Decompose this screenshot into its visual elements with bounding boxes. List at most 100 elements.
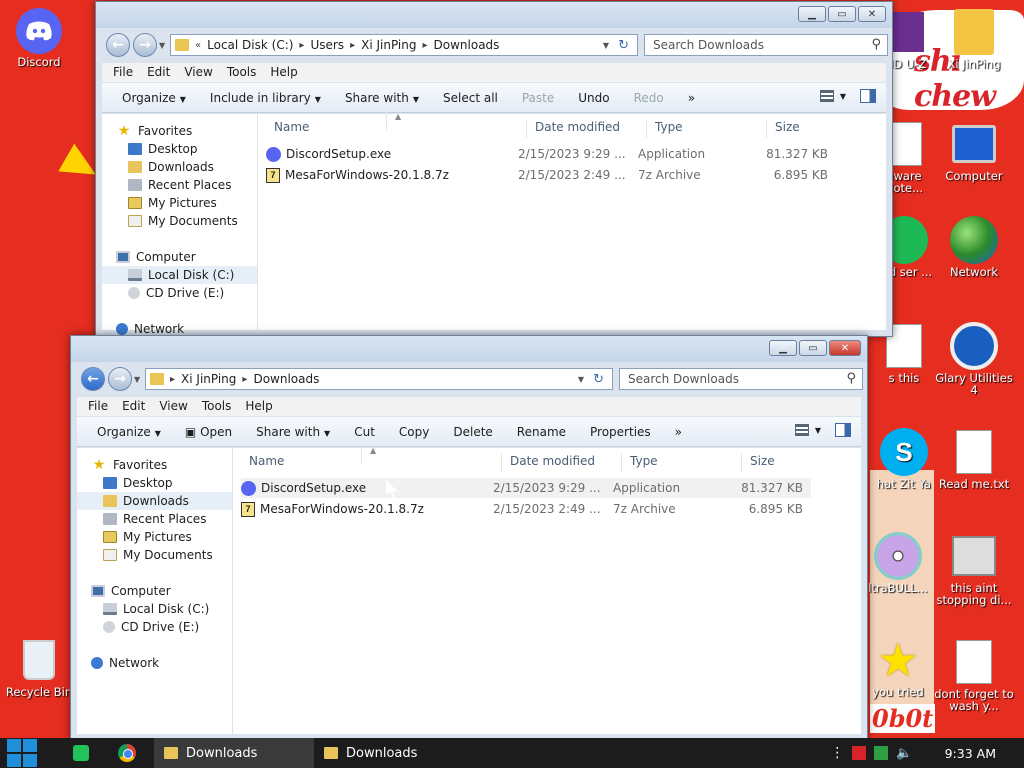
command-share-with[interactable]: Share with ▼ [244,422,342,442]
title-bar[interactable] [96,2,892,28]
column-header-size[interactable]: Size [741,454,775,472]
command-properties[interactable]: Properties [578,422,663,442]
close-button[interactable]: ✕ [829,340,861,356]
chevron-down-icon[interactable]: ▼ [578,375,584,384]
search-icon[interactable]: ⚲ [871,37,881,52]
column-header-type[interactable]: Type [621,454,658,472]
nav-item-favorites[interactable]: ★ Favorites [77,456,232,474]
nav-item-my-pictures[interactable]: My Pictures [102,194,257,212]
desktop-icon-cd[interactable]: ltraBULL... [866,532,930,594]
forward-button[interactable]: → [133,33,157,57]
preview-pane-button[interactable] [860,89,876,103]
desktop-icon-read-me[interactable]: Read me.txt [934,428,1014,490]
search-input[interactable]: Search Downloads ⚲ [644,34,888,56]
command-share-with[interactable]: Share with ▼ [333,88,431,108]
view-options-button[interactable]: ▼ [794,424,821,436]
command-include-in-library[interactable]: Include in library ▼ [198,88,333,108]
search-input[interactable]: Search Downloads ⚲ [619,368,863,390]
menu-edit[interactable]: Edit [140,63,177,82]
column-header-size[interactable]: Size [766,120,800,138]
recent-pages-dropdown[interactable]: ▼ [134,375,140,384]
file-row[interactable]: DiscordSetup.exe 2/15/2023 9:29 ... Applic… [241,478,811,498]
nav-item-desktop[interactable]: Desktop [77,474,232,492]
chevron-right-icon[interactable]: ▸ [299,40,304,51]
command-undo[interactable]: Undo [566,88,621,108]
network-tray-icon[interactable] [874,746,889,760]
flag-icon[interactable] [852,746,867,760]
nav-item-my-pictures[interactable]: My Pictures [77,528,232,546]
command-rename[interactable]: Rename [505,422,578,442]
refresh-icon[interactable]: ↻ [593,372,604,387]
nav-item-downloads[interactable]: Downloads [77,492,232,510]
overflow-icon[interactable]: ⋮ [830,745,844,761]
minimize-button[interactable]: ▁ [769,340,797,356]
file-row[interactable]: 7 MesaForWindows-20.1.8.7z 2/15/2023 2:49 … [241,499,811,519]
desktop-icon-user-folder[interactable]: Xi JinPing [934,8,1014,70]
breadcrumb-item[interactable]: Xi JinPing [181,372,236,386]
maximize-button[interactable]: ▭ [799,340,827,356]
breadcrumb-item[interactable]: Local Disk (C:) [207,38,293,52]
desktop-icon-wash[interactable]: dont forget to wash y... [934,638,1014,712]
preview-pane-button[interactable] [835,423,851,437]
close-button[interactable]: ✕ [858,6,886,22]
column-header-date-modified[interactable]: Date modified [526,120,620,138]
back-button[interactable]: ← [81,367,105,391]
command-organize[interactable]: Organize ▼ [85,422,173,442]
address-bar[interactable]: ▸ Xi JinPing ▸ Downloads ▼ ↻ [145,368,613,390]
back-button[interactable]: ← [106,33,130,57]
maximize-button[interactable]: ▭ [828,6,856,22]
start-button[interactable] [0,738,44,768]
nav-item-network[interactable]: Network [77,654,232,672]
nav-item-recent-places[interactable]: Recent Places [77,510,232,528]
nav-item-computer[interactable]: Computer [102,248,257,266]
menu-view[interactable]: View [177,63,219,82]
nav-item-local-disk-c[interactable]: Local Disk (C:) [102,266,257,284]
desktop-icon-recycle-bin[interactable]: Recycle Bin [0,636,79,698]
desktop-icon-skype[interactable]: S hat Zit Ya [874,428,934,490]
breadcrumb-item[interactable]: Users [310,38,344,52]
more-commands-button[interactable]: » [663,422,694,442]
taskbar-task-downloads-1[interactable]: Downloads [154,738,314,768]
nav-item-my-documents[interactable]: My Documents [77,546,232,564]
breadcrumb-item[interactable]: Xi JinPing [361,38,416,52]
chevron-down-icon[interactable]: ▼ [603,41,609,50]
desktop-icon-computer[interactable]: Computer [934,120,1014,182]
volume-icon[interactable]: 🔈 [896,746,912,761]
chevron-right-icon[interactable]: ▸ [242,374,247,385]
desktop-icon-troubleshoot[interactable]: this aint stopping di... [934,532,1014,606]
chevron-right-icon[interactable]: ▸ [350,40,355,51]
menu-help[interactable]: Help [238,397,279,416]
more-commands-button[interactable]: » [676,88,707,108]
column-header-type[interactable]: Type [646,120,683,138]
menu-tools[interactable]: Tools [220,63,264,82]
column-header-name[interactable]: Name [266,120,309,138]
title-bar[interactable] [71,336,867,362]
menu-edit[interactable]: Edit [115,397,152,416]
nav-item-favorites[interactable]: ★ Favorites [102,122,257,140]
explorer-window-back[interactable]: ▁ ▭ ✕ ← → ▼ « Local Disk (C:) ▸ Users ▸ … [95,1,893,337]
view-options-button[interactable]: ▼ [819,90,846,102]
command-organize[interactable]: Organize ▼ [110,88,198,108]
refresh-icon[interactable]: ↻ [618,38,629,53]
nav-item-desktop[interactable]: Desktop [102,140,257,158]
menu-file[interactable]: File [106,63,140,82]
column-header-name[interactable]: Name [241,454,284,472]
menu-view[interactable]: View [152,397,194,416]
nav-item-downloads[interactable]: Downloads [102,158,257,176]
nav-item-recent-places[interactable]: Recent Places [102,176,257,194]
menu-tools[interactable]: Tools [195,397,239,416]
file-row[interactable]: 7 MesaForWindows-20.1.8.7z 2/15/2023 2:49 … [266,165,836,185]
desktop-icon-glary[interactable]: Glary Utilities 4 [934,322,1014,396]
breadcrumb-overflow[interactable]: « [195,40,201,51]
desktop-icon-network[interactable]: Network [934,216,1014,278]
nav-item-computer[interactable]: Computer [77,582,232,600]
menu-file[interactable]: File [81,397,115,416]
search-icon[interactable]: ⚲ [846,371,856,386]
breadcrumb-item[interactable]: Downloads [253,372,319,386]
clock[interactable]: 9:33 AM [945,746,996,761]
recent-pages-dropdown[interactable]: ▼ [159,41,165,50]
menu-help[interactable]: Help [263,63,304,82]
forward-button[interactable]: → [108,367,132,391]
minimize-button[interactable]: ▁ [798,6,826,22]
command-open[interactable]: ▣ Open [173,422,244,442]
